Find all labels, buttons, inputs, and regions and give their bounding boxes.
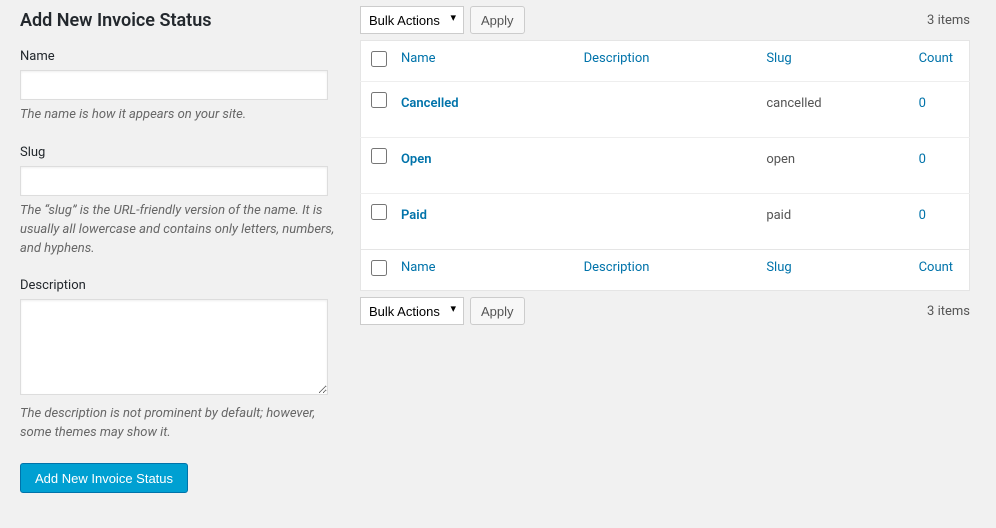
table-row: Paid paid 0 bbox=[361, 194, 970, 250]
row-name-link[interactable]: Open bbox=[401, 152, 432, 167]
slug-help: The “slug” is the URL-friendly version o… bbox=[20, 202, 340, 259]
row-description bbox=[574, 138, 757, 194]
row-count-link[interactable]: 0 bbox=[919, 96, 926, 111]
apply-button-top[interactable]: Apply bbox=[470, 6, 525, 34]
col-header-count[interactable]: Count bbox=[919, 51, 953, 66]
form-panel: Add New Invoice Status Name The name is … bbox=[0, 0, 360, 513]
row-description bbox=[574, 82, 757, 138]
col-footer-slug[interactable]: Slug bbox=[766, 260, 791, 275]
submit-button[interactable]: Add New Invoice Status bbox=[20, 463, 188, 493]
row-slug: open bbox=[756, 138, 908, 194]
list-panel: Bulk Actions Apply 3 items Name Descript… bbox=[360, 0, 996, 513]
col-footer-count[interactable]: Count bbox=[919, 260, 953, 275]
row-count-link[interactable]: 0 bbox=[919, 152, 926, 167]
field-slug: Slug The “slug” is the URL-friendly vers… bbox=[20, 145, 340, 259]
col-header-slug[interactable]: Slug bbox=[766, 51, 791, 66]
slug-label: Slug bbox=[20, 145, 340, 160]
bulk-action-select-bottom[interactable]: Bulk Actions bbox=[360, 297, 464, 325]
description-help: The description is not prominent by defa… bbox=[20, 405, 340, 443]
col-footer-description[interactable]: Description bbox=[584, 260, 650, 275]
row-description bbox=[574, 194, 757, 250]
select-all-top[interactable] bbox=[371, 51, 387, 67]
row-slug: cancelled bbox=[756, 82, 908, 138]
name-label: Name bbox=[20, 49, 340, 64]
col-header-description[interactable]: Description bbox=[584, 51, 650, 66]
form-heading: Add New Invoice Status bbox=[20, 10, 340, 31]
bulk-actions-top: Bulk Actions Apply bbox=[360, 6, 525, 34]
row-name-link[interactable]: Cancelled bbox=[401, 96, 459, 111]
items-count-top: 3 items bbox=[927, 13, 970, 28]
tablenav-bottom: Bulk Actions Apply 3 items bbox=[360, 297, 970, 325]
bulk-actions-bottom: Bulk Actions Apply bbox=[360, 297, 525, 325]
row-count-link[interactable]: 0 bbox=[919, 208, 926, 223]
tablenav-top: Bulk Actions Apply 3 items bbox=[360, 6, 970, 34]
col-footer-name[interactable]: Name bbox=[401, 260, 436, 275]
field-description: Description The description is not promi… bbox=[20, 278, 340, 443]
table-row: Cancelled cancelled 0 bbox=[361, 82, 970, 138]
apply-button-bottom[interactable]: Apply bbox=[470, 297, 525, 325]
slug-input[interactable] bbox=[20, 166, 328, 196]
select-all-bottom[interactable] bbox=[371, 260, 387, 276]
row-slug: paid bbox=[756, 194, 908, 250]
col-header-name[interactable]: Name bbox=[401, 51, 436, 66]
row-checkbox[interactable] bbox=[371, 148, 387, 164]
description-textarea[interactable] bbox=[20, 299, 328, 395]
row-name-link[interactable]: Paid bbox=[401, 208, 427, 223]
items-count-bottom: 3 items bbox=[927, 304, 970, 319]
row-checkbox[interactable] bbox=[371, 204, 387, 220]
name-input[interactable] bbox=[20, 70, 328, 100]
bulk-action-select-top[interactable]: Bulk Actions bbox=[360, 6, 464, 34]
name-help: The name is how it appears on your site. bbox=[20, 106, 340, 125]
status-table: Name Description Slug Count Cancelled ca… bbox=[360, 40, 970, 291]
field-name: Name The name is how it appears on your … bbox=[20, 49, 340, 125]
table-row: Open open 0 bbox=[361, 138, 970, 194]
description-label: Description bbox=[20, 278, 340, 293]
row-checkbox[interactable] bbox=[371, 92, 387, 108]
